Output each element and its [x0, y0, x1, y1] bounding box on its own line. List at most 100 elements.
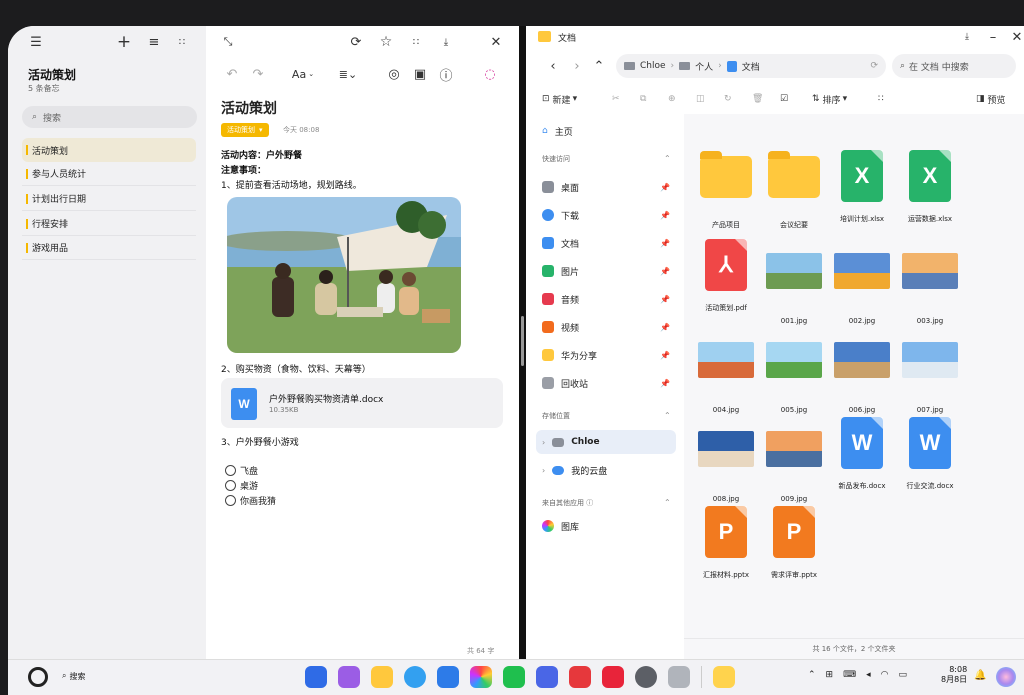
sidebar-item-audio[interactable]: 音频: [542, 288, 674, 310]
checklist-item[interactable]: 桌游: [225, 479, 258, 492]
sidebar-item-documents[interactable]: 文档: [542, 232, 674, 254]
sidebar-item-huawei-share[interactable]: 华为分享: [542, 344, 674, 366]
note-item[interactable]: 游戏用品: [22, 236, 196, 260]
volume-icon[interactable]: ◂: [866, 670, 871, 680]
sort-button[interactable]: ⇅ 排序 ▾: [812, 88, 847, 110]
pin-icon[interactable]: 📌: [660, 239, 670, 248]
file-item[interactable]: 005.jpg: [760, 328, 828, 414]
note-item[interactable]: 行程安排: [22, 212, 196, 236]
music-app-icon[interactable]: [536, 666, 558, 688]
divider-handle[interactable]: [521, 316, 524, 366]
picnic-photo[interactable]: [227, 197, 461, 353]
close-icon[interactable]: ✕: [488, 34, 504, 50]
battery-icon[interactable]: ▭: [898, 670, 907, 680]
start-icon[interactable]: [28, 667, 48, 687]
sidebar-item-cloud[interactable]: › 我的云盘: [542, 459, 607, 481]
font-format-button[interactable]: Aa ⌄: [288, 66, 318, 82]
sidebar-item-home[interactable]: ⌂ 主页: [542, 120, 573, 142]
menu-icon[interactable]: ☰: [28, 34, 44, 50]
file-item[interactable]: P 汇报材料.pptx: [692, 506, 760, 580]
chevron-right-icon[interactable]: ›: [542, 466, 545, 475]
pin-icon[interactable]: 📌: [660, 323, 670, 332]
redo-icon[interactable]: ↷: [250, 66, 266, 82]
wifi-icon[interactable]: ◠: [881, 670, 889, 680]
file-item[interactable]: 004.jpg: [692, 328, 760, 414]
copy-icon[interactable]: ⧉: [640, 88, 646, 110]
sidebar-item-desktop[interactable]: 桌面: [542, 176, 674, 198]
notification-bell-icon[interactable]: 🔔: [974, 670, 986, 681]
restore-icon[interactable]: –: [986, 30, 1000, 45]
pin-icon[interactable]: 📌: [660, 379, 670, 388]
more-icon[interactable]: ∷: [174, 34, 190, 50]
chevron-up-icon[interactable]: ⌃: [664, 498, 671, 507]
preview-button[interactable]: ◨ 预览: [976, 88, 1006, 110]
checkbox-icon[interactable]: [225, 495, 236, 506]
pin-icon[interactable]: 📌: [660, 183, 670, 192]
chevron-up-icon[interactable]: ⌃: [664, 411, 671, 420]
mail-app-icon[interactable]: [437, 666, 459, 688]
image-icon[interactable]: ▣: [412, 66, 428, 82]
assistant-icon[interactable]: [996, 667, 1016, 687]
sidebar-item-pictures[interactable]: 图片: [542, 260, 674, 282]
file-item[interactable]: 产品项目: [692, 150, 760, 230]
file-search-input[interactable]: ⌕ 在 文档 中搜索: [892, 54, 1016, 78]
note-item[interactable]: 活动策划: [22, 138, 196, 162]
file-item[interactable]: 002.jpg: [828, 239, 896, 325]
file-item[interactable]: 006.jpg: [828, 328, 896, 414]
up-icon[interactable]: ⌃: [592, 58, 606, 74]
trash-app-icon[interactable]: [668, 666, 690, 688]
file-item[interactable]: W 新品发布.docx: [828, 417, 896, 491]
pin-icon[interactable]: 📌: [660, 267, 670, 276]
file-item[interactable]: W 行业交流.docx: [896, 417, 964, 491]
file-item[interactable]: 009.jpg: [760, 417, 828, 503]
taskbar-search[interactable]: ⌕ 搜索: [62, 671, 85, 682]
expand-icon[interactable]: ⤡: [220, 34, 236, 50]
select-icon[interactable]: ☑: [780, 88, 788, 110]
rename-icon[interactable]: ↻: [724, 88, 732, 110]
list-view-icon[interactable]: ≡: [146, 34, 162, 50]
keyboard-icon[interactable]: ⌨: [843, 670, 856, 680]
pin-icon[interactable]: 📌: [660, 211, 670, 220]
minimize-icon[interactable]: ⤓: [960, 30, 974, 44]
checkbox-icon[interactable]: [225, 480, 236, 491]
file-manager-app-icon[interactable]: [371, 666, 393, 688]
settings-app-icon[interactable]: [635, 666, 657, 688]
file-item[interactable]: 007.jpg: [896, 328, 964, 414]
category-tag[interactable]: 活动策划 ▾: [221, 123, 269, 137]
app-gallery-icon[interactable]: [602, 666, 624, 688]
file-item[interactable]: 会议纪要: [760, 150, 828, 230]
file-item[interactable]: X 运营数据.xlsx: [896, 150, 964, 224]
file-item[interactable]: ⅄ 活动策划.pdf: [692, 239, 760, 313]
sidebar-item-chloe[interactable]: › Chloe: [542, 431, 600, 453]
checkbox-icon[interactable]: [225, 465, 236, 476]
delete-icon[interactable]: 🗑: [752, 88, 763, 110]
share-icon[interactable]: ⟳: [348, 34, 364, 50]
checklist-item[interactable]: 你画我猜: [225, 494, 276, 507]
browser-app-icon[interactable]: [404, 666, 426, 688]
chevron-up-icon[interactable]: ⌃: [808, 670, 816, 680]
new-button[interactable]: ⊡ 新建 ▾: [542, 88, 577, 110]
file-item[interactable]: 003.jpg: [896, 239, 964, 325]
chevron-right-icon[interactable]: ›: [542, 438, 545, 447]
breadcrumb-item[interactable]: 文档: [742, 60, 760, 73]
ai-assist-icon[interactable]: ◌: [482, 66, 498, 82]
sidebar-item-downloads[interactable]: 下载: [542, 204, 674, 226]
file-item[interactable]: 001.jpg: [760, 239, 828, 325]
clock[interactable]: 8:08 8月8日: [941, 665, 967, 685]
breadcrumb-item[interactable]: Chloe: [640, 61, 666, 71]
messages-app-icon[interactable]: [503, 666, 525, 688]
sidebar-item-video[interactable]: 视频: [542, 316, 674, 338]
forward-icon[interactable]: ›: [570, 58, 584, 74]
pin-icon[interactable]: 📌: [660, 351, 670, 360]
checklist-item[interactable]: 飞盘: [225, 464, 258, 477]
file-item[interactable]: 008.jpg: [692, 417, 760, 503]
sidebar-item-gallery[interactable]: 图库: [542, 515, 579, 537]
sidebar-item-recycle-bin[interactable]: 回收站: [542, 372, 674, 394]
undo-icon[interactable]: ↶: [224, 66, 240, 82]
paragraph-format-icon[interactable]: ≣⌄: [334, 66, 362, 82]
minimize-icon[interactable]: ⤓: [438, 34, 454, 50]
pin-icon[interactable]: 📌: [660, 295, 670, 304]
notes-search-input[interactable]: ⌕ 搜索: [22, 106, 197, 128]
back-icon[interactable]: ‹: [546, 58, 560, 74]
app-store-icon[interactable]: [338, 666, 360, 688]
